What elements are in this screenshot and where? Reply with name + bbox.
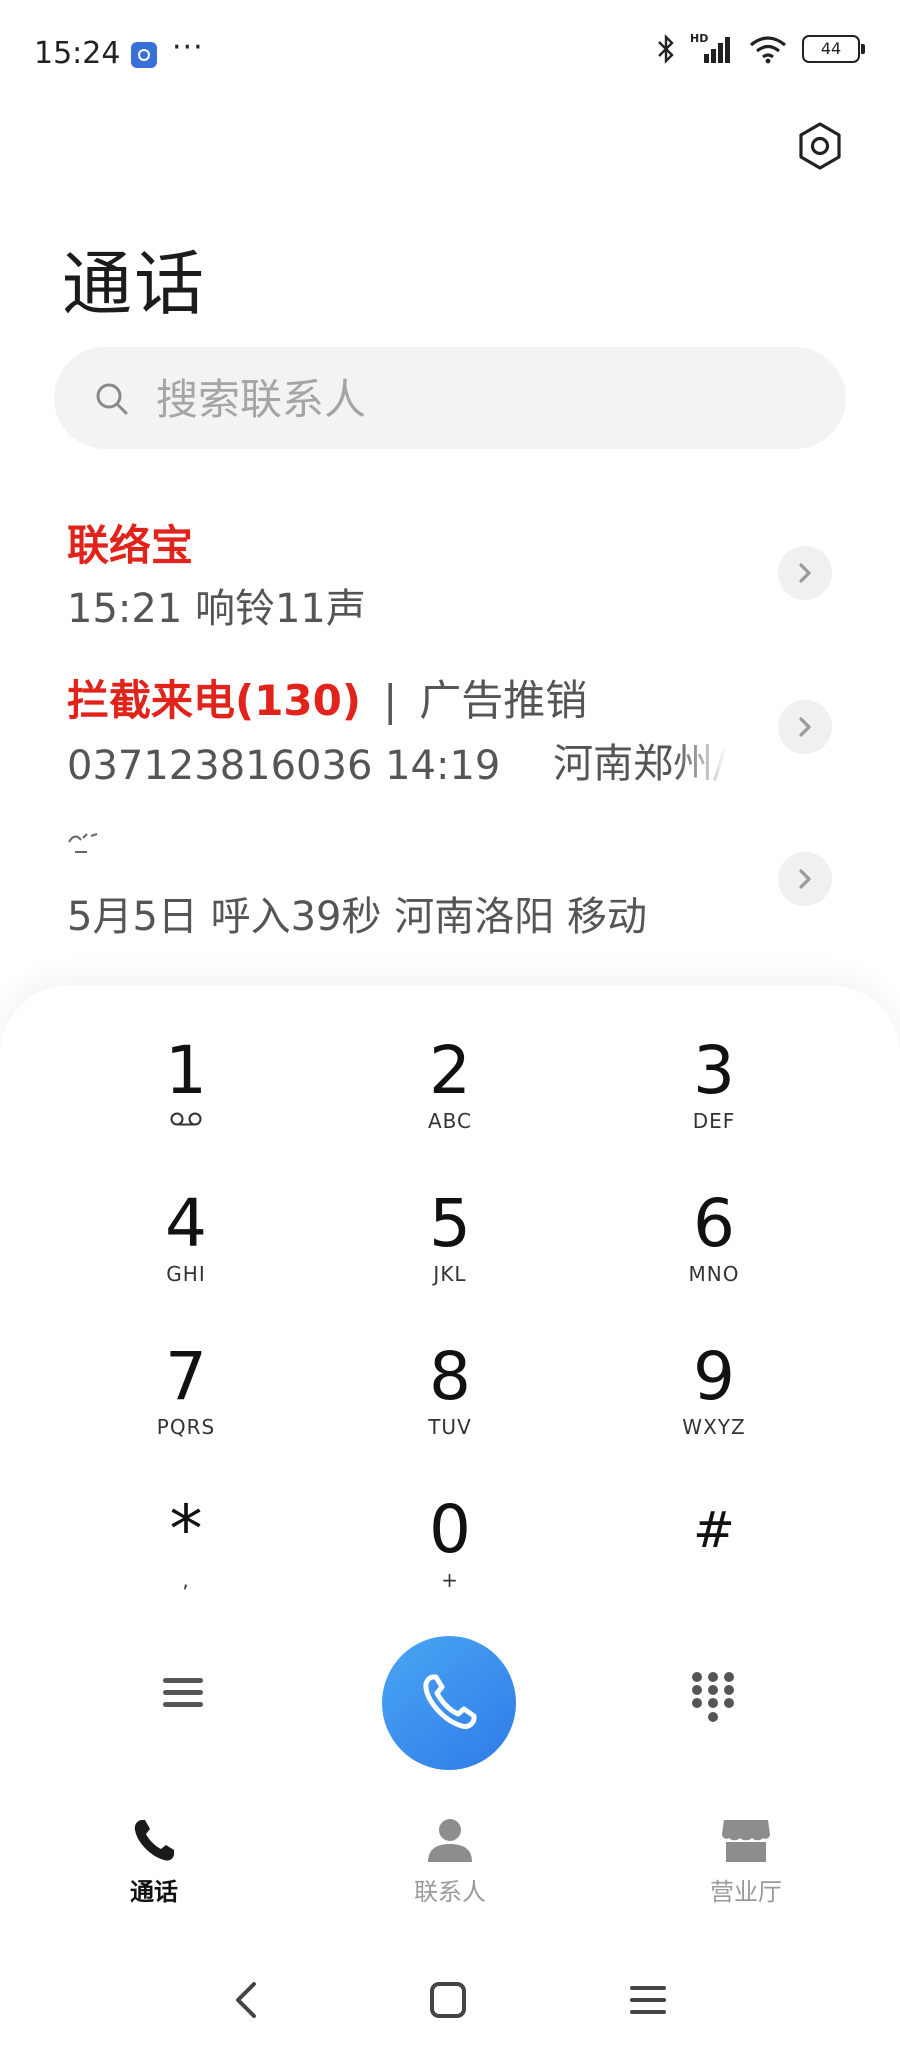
key-digit: 6 xyxy=(693,1185,735,1262)
dial-key-6[interactable]: 6 MNO xyxy=(614,1188,814,1318)
phone-icon xyxy=(423,1674,477,1729)
dial-key-star[interactable]: * , xyxy=(86,1494,286,1624)
call-log-item[interactable]: 5月5日 呼入39秒 河南洛阳 移动 xyxy=(0,808,900,948)
chevron-right-icon xyxy=(799,869,811,889)
key-letters: ABC xyxy=(427,1109,472,1133)
call-log-item[interactable]: 联络宝 15:21 响铃11声 xyxy=(0,500,900,640)
chevron-right-icon xyxy=(799,717,811,737)
tab-contacts[interactable]: 联系人 xyxy=(350,1812,550,1907)
key-digit: 2 xyxy=(429,1032,471,1109)
key-digit: 7 xyxy=(165,1338,207,1415)
key-letters: GHI xyxy=(166,1262,206,1286)
tab-label: 联系人 xyxy=(414,1878,486,1906)
call-log-number-time: 037123816036 14:19 xyxy=(67,743,501,789)
call-detail-button[interactable] xyxy=(778,852,832,906)
tab-service-hall[interactable]: 营业厅 xyxy=(646,1812,846,1907)
status-time: 15:24 xyxy=(34,36,121,71)
key-letters: JKL xyxy=(433,1262,467,1286)
key-digit: 5 xyxy=(429,1185,471,1262)
redacted-name xyxy=(68,833,98,853)
call-log-tag: 广告推销 xyxy=(419,676,588,725)
dial-key-2[interactable]: 2 ABC xyxy=(350,1035,550,1165)
key-digit: 9 xyxy=(693,1338,735,1415)
key-letters: TUV xyxy=(428,1415,472,1439)
status-bar: 15:24 ··· HD 44 xyxy=(0,0,900,110)
dial-key-hash[interactable]: # xyxy=(614,1494,814,1624)
dial-key-8[interactable]: 8 TUV xyxy=(350,1341,550,1471)
dialpad-toggle-icon[interactable] xyxy=(690,1670,736,1726)
home-icon[interactable] xyxy=(418,1970,478,2030)
dial-key-1[interactable]: 1 xyxy=(86,1035,286,1165)
dial-key-9[interactable]: 9 WXYZ xyxy=(614,1341,814,1471)
key-letters: + xyxy=(441,1568,459,1592)
call-log-item[interactable]: 拦截来电(130) | 广告推销 037123816036 14:19 河南郑州/ xyxy=(0,655,900,795)
key-letters: , xyxy=(182,1568,190,1592)
call-button[interactable] xyxy=(382,1636,516,1770)
search-bar[interactable] xyxy=(54,347,846,449)
signal-icon: HD xyxy=(690,32,734,64)
back-icon[interactable] xyxy=(218,1970,278,2030)
store-icon xyxy=(722,1820,770,1862)
call-log-name: 联络宝 xyxy=(67,521,194,570)
menu-icon[interactable] xyxy=(160,1670,206,1716)
battery-icon: 44 xyxy=(802,35,865,63)
key-digit: * xyxy=(169,1491,203,1568)
contact-icon xyxy=(428,1819,472,1862)
key-letters: WXYZ xyxy=(682,1415,746,1439)
gear-icon[interactable] xyxy=(794,120,846,172)
dial-key-0[interactable]: 0 + xyxy=(350,1494,550,1624)
call-log-detail: 15:21 响铃11声 xyxy=(67,586,366,632)
recents-icon[interactable] xyxy=(618,1970,678,2030)
key-digit: 3 xyxy=(693,1032,735,1109)
call-log-name: 拦截来电(130) xyxy=(67,676,362,725)
search-icon xyxy=(96,383,128,415)
tab-calls[interactable]: 通话 xyxy=(54,1812,254,1907)
chevron-right-icon xyxy=(799,563,811,583)
phone-icon xyxy=(134,1820,174,1861)
call-log-detail: 037123816036 14:19 河南郑州/ xyxy=(67,731,727,789)
dial-key-7[interactable]: 7 PQRS xyxy=(86,1341,286,1471)
call-log-detail: 5月5日 呼入39秒 河南洛阳 移动 xyxy=(67,894,647,940)
dial-key-4[interactable]: 4 GHI xyxy=(86,1188,286,1318)
settings-app-icon xyxy=(131,42,157,68)
call-log-title-line: 拦截来电(130) | 广告推销 xyxy=(67,667,587,728)
tab-label: 通话 xyxy=(130,1878,178,1906)
bluetooth-icon xyxy=(658,34,674,64)
key-digit: # xyxy=(693,1501,735,1559)
key-digit: 0 xyxy=(429,1491,471,1568)
call-log-location: 河南郑州/ xyxy=(553,741,727,787)
key-letters: PQRS xyxy=(156,1415,216,1439)
wifi-icon xyxy=(749,36,787,64)
key-digit: 8 xyxy=(429,1338,471,1415)
separator: | xyxy=(383,676,398,725)
dial-key-3[interactable]: 3 DEF xyxy=(614,1035,814,1165)
call-detail-button[interactable] xyxy=(778,700,832,754)
key-digit: 1 xyxy=(165,1032,207,1109)
key-digit: 4 xyxy=(165,1185,207,1262)
dial-key-5[interactable]: 5 JKL xyxy=(350,1188,550,1318)
key-letters: MNO xyxy=(688,1262,740,1286)
more-notifications-icon: ··· xyxy=(172,30,204,65)
key-letters: DEF xyxy=(692,1109,736,1133)
tab-label: 营业厅 xyxy=(710,1878,782,1906)
battery-level: 44 xyxy=(820,39,842,58)
call-detail-button[interactable] xyxy=(778,546,832,600)
voicemail-icon xyxy=(170,1112,202,1126)
search-input[interactable] xyxy=(154,363,798,435)
page-title: 通话 xyxy=(62,243,206,325)
